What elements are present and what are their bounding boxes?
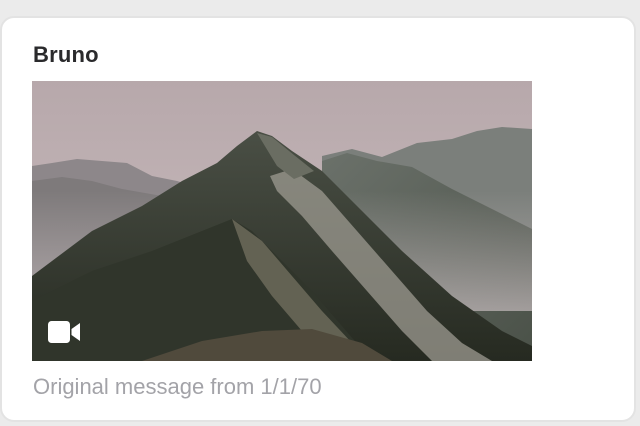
video-thumbnail[interactable] bbox=[32, 81, 532, 361]
message-bubble: Bruno Original message from 1/1/70 bbox=[0, 16, 636, 422]
message-caption: Original message from 1/1/70 bbox=[33, 374, 322, 399]
sender-name: Bruno bbox=[33, 42, 99, 67]
mountain-thumbnail-image bbox=[32, 81, 532, 361]
video-camera-icon bbox=[48, 321, 80, 343]
